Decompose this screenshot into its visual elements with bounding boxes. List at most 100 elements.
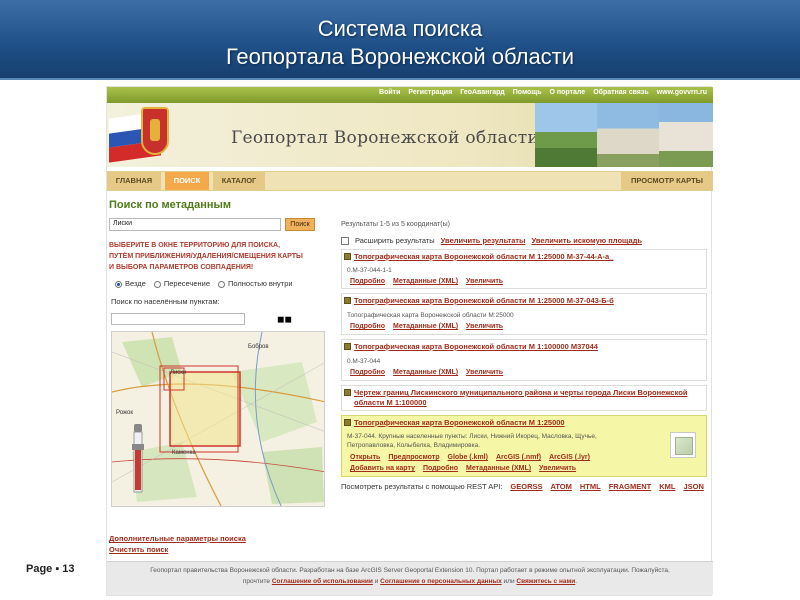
result-map-icon [344,419,351,426]
zoom-link[interactable]: Увеличить [539,465,576,472]
option-intersection[interactable]: Пересечение [153,279,211,288]
result-map-icon [344,343,351,350]
help-link[interactable]: Помощь [513,89,542,96]
result-desc-line: М-37-044. Крупные населенные пункты: Лис… [347,433,597,440]
about-link[interactable]: О портале [550,89,586,96]
option-label: Пересечение [163,279,211,288]
rest-html-link[interactable]: HTML [580,482,601,491]
zoom-in-icon[interactable] [134,424,142,432]
footer-text: и [374,578,379,585]
expand-checkbox[interactable] [341,236,349,245]
login-link[interactable]: Войти [379,89,400,96]
search-input[interactable]: Лиски [109,218,281,231]
binoculars-icon[interactable]: ◼◼ [277,313,292,325]
map-label-liski: Лиски [170,370,187,376]
privacy-link[interactable]: Соглашение о персональных данных [380,578,502,585]
result-title-line[interactable]: Чертеж границ Лискинского муниципального… [354,388,687,398]
zoom-link[interactable]: Увеличить [466,278,503,285]
clear-search-link[interactable]: Очистить поиск [109,545,168,554]
more-params-link[interactable]: Дополнительные параметры поиска [109,534,246,543]
slide-title-line1: Система поиска [317,16,483,41]
footer-text: или [503,578,515,585]
result-title[interactable]: Чертеж границ Лискинского муниципального… [354,388,687,408]
result-desc: 0.М-37-044-1-1 [347,267,392,274]
metadata-xml-link[interactable]: Метаданные (XML) [393,369,458,376]
rest-json-link[interactable]: JSON [683,482,703,491]
slide-title-line2: Геопортала Воронежской области [225,44,575,69]
rest-fragment-link[interactable]: FRAGMENT [609,482,652,491]
geoportal-window: Войти Регистрация ГеоАвангард Помощь О п… [106,86,713,596]
rest-kml-link[interactable]: KML [659,482,675,491]
result-item-highlighted: Топографическая карта Воронежской област… [341,415,707,477]
result-title[interactable]: Топографическая карта Воронежской област… [354,418,565,428]
place-search-label: Поиск по населённым пунктам: [111,297,220,306]
option-everywhere[interactable]: Везде [115,279,146,288]
details-link[interactable]: Подробно [350,323,385,330]
metadata-xml-link[interactable]: Метаданные (XML) [466,465,531,472]
enlarge-area-link[interactable]: Увеличить искомую площадь [531,236,642,245]
rest-api-row: Посмотреть результаты с помощью REST API… [341,482,704,491]
map-label-rozhok: Рожок [116,410,133,416]
zoom-link[interactable]: Увеличить [466,369,503,376]
match-options: Везде Пересечение Полностью внутри [115,279,293,288]
geoavangard-link[interactable]: ГеоАвангард [460,89,505,96]
radio-icon[interactable] [153,280,161,288]
rest-label: Посмотреть результаты с помощью REST API… [341,482,503,491]
details-link[interactable]: Подробно [423,465,458,472]
result-item: Топографическая карта Воронежской област… [341,249,707,289]
metadata-xml-link[interactable]: Метаданные (XML) [393,323,458,330]
feedback-link[interactable]: Обратная связь [593,89,649,96]
portal-banner: Геопортал Воронежской области [107,103,713,167]
rest-georss-link[interactable]: GEORSS [510,482,542,491]
search-area-map[interactable]: Бобров Лиски Рожок Каменка [111,331,325,507]
result-title[interactable]: Топографическая карта Воронежской област… [354,252,613,262]
open-link[interactable]: Открыть [350,454,380,461]
option-fully-inside[interactable]: Полностью внутри [218,279,293,288]
coat-of-arms-icon [141,107,169,155]
slide-header: Система поиска Геопортала Воронежской об… [0,0,800,80]
zoom-link[interactable]: Увеличить [466,323,503,330]
footer-links: прочтите Соглашение об использовании и С… [107,578,713,585]
search-button[interactable]: Поиск [285,218,315,231]
govvrn-link[interactable]: www.govvrn.ru [657,89,707,96]
top-links-bar: Войти Регистрация ГеоАвангард Помощь О п… [107,87,713,103]
result-item: Чертеж границ Лискинского муниципального… [341,385,707,411]
section-title: Поиск по метаданным [109,199,232,211]
details-link[interactable]: Подробно [350,278,385,285]
instruction-line: И ВЫБОРА ПАРАМЕТРОВ СОВПАДЕНИЯ! [109,264,254,271]
portal-name: Геопортал Воронежской области [231,128,540,148]
landscape-photo-1 [535,103,597,167]
result-thumbnail[interactable] [670,432,696,458]
result-title[interactable]: Топографическая карта Воронежской област… [354,342,598,352]
main-nav: ГЛАВНАЯ ПОИСК КАТАЛОГ ПРОСМОТР КАРТЫ [107,171,713,191]
tab-search[interactable]: ПОИСК [165,172,209,190]
terms-link[interactable]: Соглашение об использовании [272,578,373,585]
details-link[interactable]: Подробно [350,369,385,376]
search-instruction: ВЫБЕРИТЕ В ОКНЕ ТЕРРИТОРИЮ ДЛЯ ПОИСКА, П… [109,240,309,273]
page-number: Page ▪ 13 [26,563,75,575]
tab-map-view[interactable]: ПРОСМОТР КАРТЫ [621,172,713,190]
add-to-map-link[interactable]: Добавить на карту [350,465,415,472]
arcgis-lyr-link[interactable]: ArcGIS (.lyr) [549,454,590,461]
metadata-xml-link[interactable]: Метаданные (XML) [393,278,458,285]
enlarge-results-link[interactable]: Увеличить результаты [441,236,526,245]
arcgis-nmf-link[interactable]: ArcGIS (.nmf) [496,454,541,461]
landscape-photo-3 [659,103,713,167]
result-title-line[interactable]: области М 1:100000 [354,398,687,408]
portal-footer: Геопортал правительства Воронежской обла… [107,561,713,595]
radio-icon[interactable] [218,280,226,288]
expand-row: Расширить результаты Увеличить результат… [341,236,642,245]
result-desc: Топографическая карта Воронежской област… [347,312,514,319]
place-search-input[interactable] [111,313,245,325]
register-link[interactable]: Регистрация [408,89,452,96]
contact-link[interactable]: Свяжитесь с нами [516,578,575,585]
tab-home[interactable]: ГЛАВНАЯ [107,172,161,190]
result-desc: 0.М-37-044 [347,358,381,365]
result-title[interactable]: Топографическая карта Воронежской област… [354,296,614,306]
option-label: Полностью внутри [228,279,293,288]
globe-kml-link[interactable]: Globe (.kml) [448,454,488,461]
preview-link[interactable]: Предпросмотр [388,454,439,461]
rest-atom-link[interactable]: ATOM [551,482,572,491]
tab-catalog[interactable]: КАТАЛОГ [213,172,265,190]
radio-selected-icon[interactable] [115,280,122,288]
